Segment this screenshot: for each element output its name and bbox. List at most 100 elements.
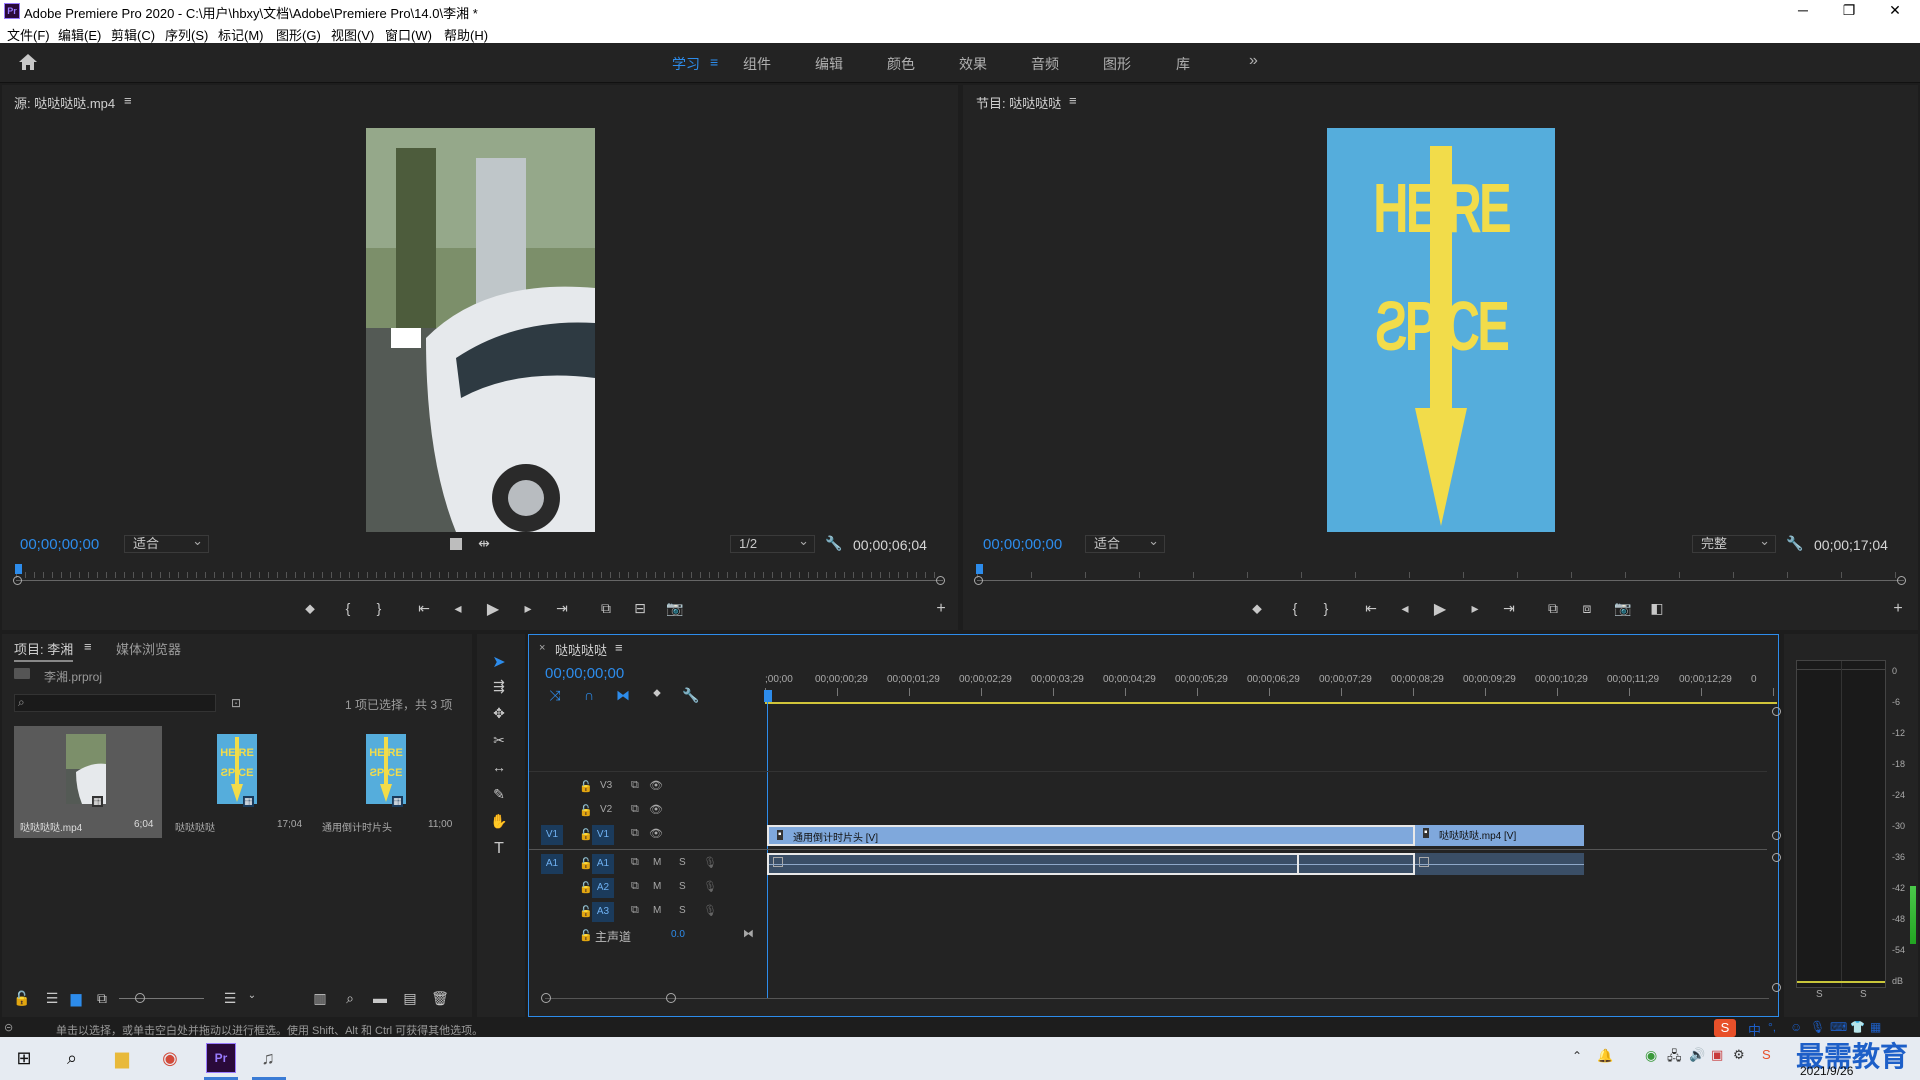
program-play-icon[interactable]: ▶ [1430,599,1450,619]
chrome-icon[interactable]: ◉ [156,1044,184,1072]
clip-countdown-video[interactable]: ▪ 通用倒计时片头 [V] [767,825,1415,846]
voice-over-mic-icon[interactable]: 🎙 [703,856,717,869]
program-fit-dropdown[interactable]: 适合 [1085,533,1165,553]
track-lock-icon[interactable]: 🔓 [579,828,593,841]
program-playhead-timecode[interactable]: 00;00;00;00 [983,536,1062,553]
thumbnail-size-slider-handle[interactable] [135,993,145,1003]
lock-icon[interactable]: 🔓 [12,990,32,1007]
sort-icons-icon[interactable]: ☰ [220,990,240,1007]
close-button[interactable]: ✕ [1872,0,1918,22]
ime-skin-icon[interactable]: 👕 [1850,1020,1865,1034]
track-name-a3[interactable]: A3 [592,902,614,922]
windows-start-icon[interactable]: ⊞ [10,1044,38,1072]
program-zoom-handle-left[interactable] [974,576,983,585]
track-select-tool-icon[interactable]: ⇶ [489,678,509,695]
program-comparison-view-icon[interactable]: ◧ [1647,600,1667,617]
audio-tracks-zoom-handle[interactable] [1772,983,1781,992]
program-mark-out-icon[interactable]: } [1316,600,1336,616]
program-lift-icon[interactable]: ⧉ [1543,600,1563,617]
nest-icon[interactable]: ⤨ [545,687,565,704]
program-go-to-out-icon[interactable]: ⇥ [1499,600,1519,617]
source-monitor-title[interactable]: 源: 哒哒哒哒.mp4 [14,93,115,112]
track-sync-lock-icon[interactable]: ⧉ [631,856,639,869]
menu-clip[interactable]: 剪辑(C) [111,25,155,44]
source-zoom-handle-left[interactable] [13,576,22,585]
list-view-icon[interactable]: ☰ [42,990,62,1007]
meter-solo-right[interactable]: S [1860,989,1867,1000]
workspace-tab-audio[interactable]: 音频 [1031,54,1059,74]
hand-tool-icon[interactable]: ✋ [489,813,509,830]
workspace-menu-icon[interactable]: ≡ [710,54,718,70]
tray-settings-icon[interactable]: ⚙ [1733,1047,1745,1063]
source-button-editor-plus-icon[interactable]: + [931,600,951,618]
track-lock-icon[interactable]: 🔓 [579,881,593,894]
program-zoom-handle-right[interactable] [1897,576,1906,585]
meter-solo-left[interactable]: S [1816,989,1823,1000]
program-mark-in-icon[interactable]: { [1285,600,1305,616]
source-export-frame-camera-icon[interactable]: 📷 [665,600,685,617]
razor-tool-icon[interactable]: ✂ [489,732,509,749]
work-area-bar[interactable] [765,702,1777,704]
safe-margins-icon[interactable] [450,538,462,550]
workspace-tab-effects[interactable]: 效果 [959,54,987,74]
source-go-to-out-icon[interactable]: ⇥ [552,600,572,617]
source-step-forward-icon[interactable]: ▸ [518,600,538,617]
find-icon[interactable]: ⌕ [340,990,360,1007]
track-eye-icon[interactable]: 👁 [649,779,663,792]
audio-tracks-zoom-handle[interactable] [1772,853,1781,862]
go-to-next-keyframe-icon[interactable]: ⧓ [743,927,754,940]
slip-tool-icon[interactable]: ↔ [489,759,509,775]
project-panel-menu-icon[interactable]: ≡ [84,639,92,654]
clip-audio-mp4[interactable] [1415,853,1584,875]
linked-selection-icon[interactable]: ⧓ [613,687,633,704]
pen-tool-icon[interactable]: ✎ [489,786,509,803]
solo-button[interactable]: S [679,857,686,868]
menu-sequence[interactable]: 序列(S) [165,25,208,44]
menu-help[interactable]: 帮助(H) [444,25,488,44]
source-time-ruler[interactable] [16,572,941,578]
track-name-v3[interactable]: V3 [600,780,612,791]
track-lock-icon[interactable]: 🔓 [579,804,593,817]
source-mark-in-icon[interactable]: { [338,600,358,616]
program-go-to-in-icon[interactable]: ⇤ [1361,600,1381,617]
workspace-tab-learn[interactable]: 学习 [672,54,700,74]
track-name-a2[interactable]: A2 [592,878,614,898]
source-overwrite-icon[interactable]: ⊟ [630,600,650,617]
workspace-tab-libraries[interactable]: 库 [1176,54,1190,74]
tray-sogou-icon[interactable]: S [1762,1047,1771,1062]
timeline-playhead-handle[interactable] [764,690,772,702]
file-explorer-icon[interactable]: ▆ [108,1044,136,1072]
workspace-tab-editing[interactable]: 编辑 [815,54,843,74]
track-name-a1[interactable]: A1 [592,854,614,874]
volume-icon[interactable]: 🔊 [1689,1047,1705,1063]
timeline-horizontal-scrollbar[interactable] [545,998,1769,999]
track-lock-icon[interactable]: 🔓 [579,780,593,793]
source-playhead[interactable] [15,564,22,574]
timeline-settings-wrench-icon[interactable]: 🔧 [681,687,701,704]
program-add-marker-icon[interactable]: ⬥ [1247,600,1267,617]
program-extract-icon[interactable]: ⧈ [1577,600,1597,617]
ime-keyboard-icon[interactable]: ⌨ [1830,1020,1847,1034]
source-step-back-icon[interactable]: ◂ [448,600,468,617]
video-tracks-zoom-handle[interactable] [1772,831,1781,840]
maximize-button[interactable]: ❐ [1826,0,1872,22]
program-step-forward-icon[interactable]: ▸ [1465,600,1485,617]
tray-app-icon[interactable]: ◉ [1645,1047,1657,1064]
source-zoom-bar[interactable] [16,580,943,581]
taskbar-premiere-icon[interactable]: Pr [206,1043,236,1073]
solo-button[interactable]: S [679,905,686,916]
home-icon[interactable] [18,53,38,71]
trash-icon[interactable]: 🗑 [430,990,450,1007]
voice-over-mic-icon[interactable]: 🎙 [703,880,717,893]
program-playhead[interactable] [976,564,983,574]
workspace-more-icon[interactable]: » [1249,52,1258,70]
track-lock-icon[interactable]: 🔓 [579,929,593,942]
source-resolution-dropdown[interactable]: 1/2 [730,533,815,553]
track-sync-lock-icon[interactable]: ⧉ [631,880,639,893]
project-item[interactable]: HE RE ƧP CE ▦ 哒哒哒哒 17;04 [165,726,313,838]
show-hidden-icons-chevron-icon[interactable]: ⌃ [1572,1049,1582,1063]
program-monitor-title[interactable]: 节目: 哒哒哒哒 [976,93,1061,112]
sogou-ime-logo-icon[interactable]: S [1714,1019,1736,1037]
new-search-bin-icon[interactable]: ⊡ [231,696,241,710]
source-patch-v1[interactable]: V1 [541,825,563,845]
